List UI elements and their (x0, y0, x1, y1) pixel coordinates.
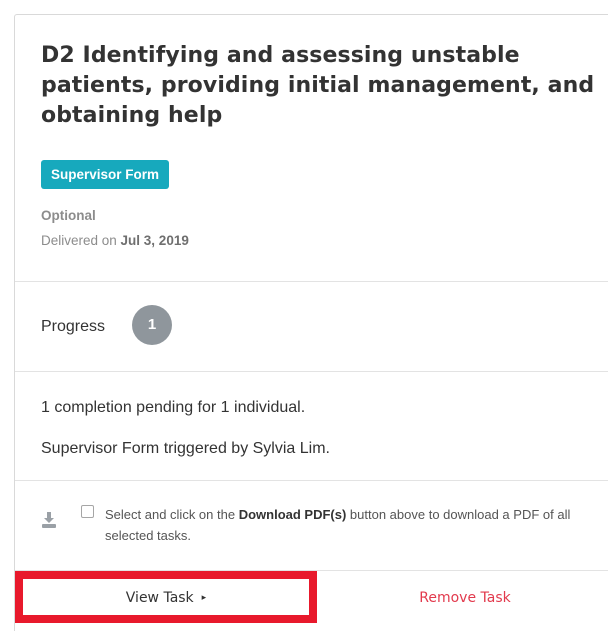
view-task-label: View Task ▸ (15, 590, 317, 606)
supervisor-form-badge: Supervisor Form (41, 160, 170, 189)
delivered-info: Delivered on Jul 3, 2019 (41, 233, 189, 248)
divider (15, 371, 608, 372)
optional-label: Optional (41, 208, 96, 223)
pending-completion-text: 1 completion pending for 1 individual. (41, 399, 306, 416)
caret-right-icon: ▸ (201, 593, 207, 603)
task-card: D2 Identifying and assessing unstable pa… (14, 14, 608, 631)
task-title: D2 Identifying and assessing unstable pa… (41, 43, 595, 128)
task-actions: View Task ▸ Remove Task (15, 571, 608, 631)
download-instructions: Select and click on the Download PDF(s) … (105, 504, 605, 546)
triggered-by-text: Supervisor Form triggered by Sylvia Lim. (41, 440, 330, 457)
download-text-before: Select and click on the (105, 507, 239, 522)
progress-label: Progress (41, 318, 106, 335)
task-header: D2 Identifying and assessing unstable pa… (15, 15, 608, 281)
progress-count-badge: 1 (132, 305, 172, 345)
download-icon (42, 512, 56, 528)
delivered-date: Jul 3, 2019 (120, 233, 189, 248)
select-task-checkbox[interactable] (81, 505, 94, 518)
divider (15, 480, 608, 481)
delivered-prefix: Delivered on (41, 233, 121, 248)
remove-task-button[interactable]: Remove Task (333, 590, 597, 606)
download-pdfs-reference: Download PDF(s) (238, 507, 347, 522)
divider (15, 281, 608, 282)
view-task-text: View Task (125, 590, 194, 606)
view-task-button[interactable]: View Task ▸ (15, 571, 317, 631)
